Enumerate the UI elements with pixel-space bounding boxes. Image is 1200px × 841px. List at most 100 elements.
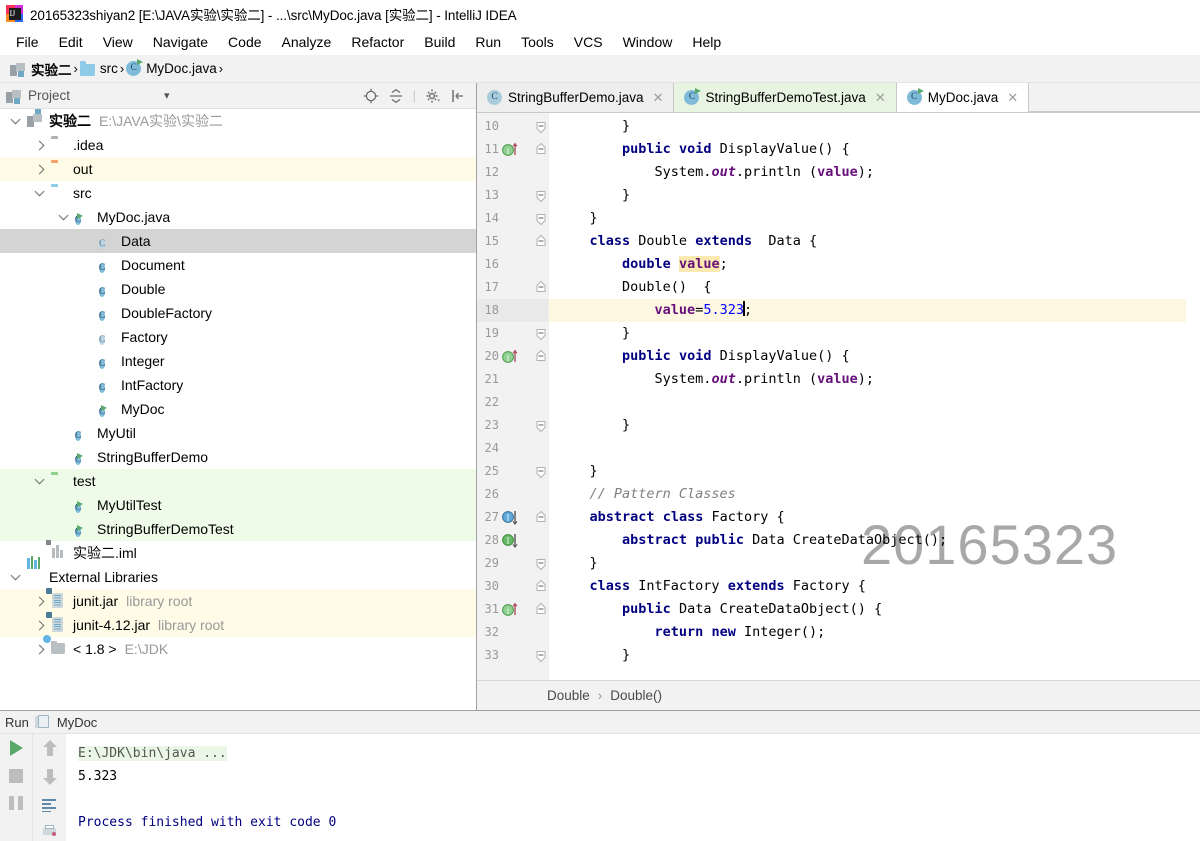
fold-region-start-icon[interactable] [534,276,548,299]
menu-code[interactable]: Code [218,32,271,52]
code-line[interactable]: } [549,115,1186,138]
tree-node-factory[interactable]: C Factory [0,325,476,349]
editor-tab-stringbufferdemotest[interactable]: C StringBufferDemoTest.java ✕ [674,83,897,112]
arrow-down-icon[interactable] [42,769,57,785]
fold-region-end-icon[interactable] [534,414,548,437]
menu-build[interactable]: Build [414,32,465,52]
code-line[interactable]: } [549,184,1186,207]
tree-node-document[interactable]: C Document [0,253,476,277]
tree-node-junit-jar[interactable]: junit.jar library root [0,588,476,613]
overriding-method-icon[interactable]: i [500,138,522,161]
overriding-method-icon[interactable]: i [500,598,522,621]
code-editor[interactable]: 10 11 i 12 13 14 15 16 17 18 19 20 i 21 22 23 24 25 26 27 I 2… [477,113,1200,680]
code-line[interactable]: public Data CreateDataObject() { [549,598,1186,621]
fold-region-start-icon[interactable] [534,506,548,529]
code-line[interactable]: Double() { [549,276,1186,299]
fold-marker[interactable] [534,115,548,138]
chevron-down-icon[interactable] [34,186,48,200]
menu-analyze[interactable]: Analyze [272,32,342,52]
fold-region-end-icon[interactable] [534,322,548,345]
tree-node-src[interactable]: src [0,181,476,205]
fold-region-end-icon[interactable] [534,115,548,138]
gutter-marker[interactable]: i [500,598,522,621]
collapse-all-icon[interactable] [388,88,404,104]
tree-node-intfactory[interactable]: C IntFactory [0,373,476,397]
menu-navigate[interactable]: Navigate [143,32,218,52]
code-line[interactable]: } [549,552,1186,575]
editor-tab-stringbufferdemo[interactable]: C StringBufferDemo.java ✕ [477,83,675,112]
chevron-right-icon[interactable] [34,162,48,176]
tree-node-stringbufferdemotest[interactable]: C StringBufferDemoTest [0,517,476,541]
fold-region-start-icon[interactable] [534,230,548,253]
tree-node-integer[interactable]: C Integer [0,349,476,373]
locate-icon[interactable] [363,88,379,104]
menu-help[interactable]: Help [682,32,731,52]
fold-marker[interactable] [534,414,548,437]
tree-node-test[interactable]: test [0,469,476,493]
code-line[interactable]: class IntFactory extends Factory { [549,575,1186,598]
breadcrumb-src[interactable]: src [78,61,120,76]
code-line[interactable]: System.out.println (value); [549,161,1186,184]
hide-panel-icon[interactable] [450,88,466,104]
fold-marker[interactable] [534,230,548,253]
breadcrumb-method[interactable]: Double() [610,688,662,703]
fold-region-start-icon[interactable] [534,138,548,161]
code-line[interactable]: value=5.323; [549,299,1186,322]
editor-text[interactable]: 20165323 } public void DisplayValue() { … [549,113,1186,680]
fold-marker[interactable] [534,345,548,368]
code-line[interactable]: public void DisplayValue() { [549,138,1186,161]
code-line[interactable] [549,437,1186,460]
tree-node-idea[interactable]: .idea [0,133,476,157]
fold-marker[interactable] [534,460,548,483]
chevron-down-icon[interactable]: ▾ [164,89,170,102]
menu-vcs[interactable]: VCS [564,32,613,52]
tree-node-myutiltest[interactable]: C MyUtilTest [0,493,476,517]
tree-node-iml[interactable]: 实验二.iml [0,540,476,565]
code-line[interactable]: class Double extends Data { [549,230,1186,253]
tree-node-1-8[interactable]: < 1.8 > E:\JDK [0,635,476,661]
chevron-down-icon[interactable] [34,474,48,488]
fold-marker[interactable] [534,575,548,598]
code-line[interactable]: } [549,322,1186,345]
close-icon[interactable]: ✕ [875,90,886,106]
chevron-right-icon[interactable] [34,594,48,608]
project-tree[interactable]: 实验二 E:\JAVA实验\实验二 .idea out src C MyDoc.java C D… [0,109,476,710]
menu-tools[interactable]: Tools [511,32,564,52]
code-line[interactable]: } [549,460,1186,483]
gutter-marker[interactable]: I [500,529,522,552]
fold-region-end-icon[interactable] [534,552,548,575]
tree-node-myutil[interactable]: C MyUtil [0,421,476,445]
menu-edit[interactable]: Edit [49,32,93,52]
tree-node-junit-4-12-jar[interactable]: junit-4.12.jar library root [0,612,476,637]
fold-region-end-icon[interactable] [534,184,548,207]
code-line[interactable]: return new Integer(); [549,621,1186,644]
code-line[interactable]: } [549,414,1186,437]
stop-icon[interactable] [9,769,23,783]
pause-icon[interactable] [9,796,23,810]
tree-node-double[interactable]: C Double [0,277,476,301]
print-icon[interactable] [42,825,58,837]
overriding-method-icon[interactable]: i [500,345,522,368]
chevron-right-icon[interactable] [34,618,48,632]
fold-region-end-icon[interactable] [534,644,548,667]
close-icon[interactable]: ✕ [1007,90,1018,106]
fold-marker[interactable] [534,184,548,207]
menu-file[interactable]: File [6,32,49,52]
soft-wrap-icon[interactable] [41,798,58,813]
fold-region-end-icon[interactable] [534,460,548,483]
menu-refactor[interactable]: Refactor [341,32,414,52]
tree-node-stringbufferdemo[interactable]: C StringBufferDemo [0,445,476,469]
arrow-up-icon[interactable] [42,740,57,756]
tree-node-mydoc[interactable]: C MyDoc [0,397,476,421]
editor-tab-mydoc[interactable]: C MyDoc.java ✕ [896,83,1030,112]
gutter-marker[interactable]: i [500,345,522,368]
breadcrumb-file[interactable]: C MyDoc.java [124,59,219,76]
fold-region-start-icon[interactable] [534,345,548,368]
fold-region-start-icon[interactable] [534,598,548,621]
close-icon[interactable]: ✕ [653,90,664,106]
gutter-marker[interactable]: i [500,138,522,161]
run-console-output[interactable]: E:\JDK\bin\java ... 5.323 Process finished… [66,734,1200,841]
tree-node-out[interactable]: out [0,157,476,181]
chevron-right-icon[interactable] [34,138,48,152]
fold-marker[interactable] [534,552,548,575]
